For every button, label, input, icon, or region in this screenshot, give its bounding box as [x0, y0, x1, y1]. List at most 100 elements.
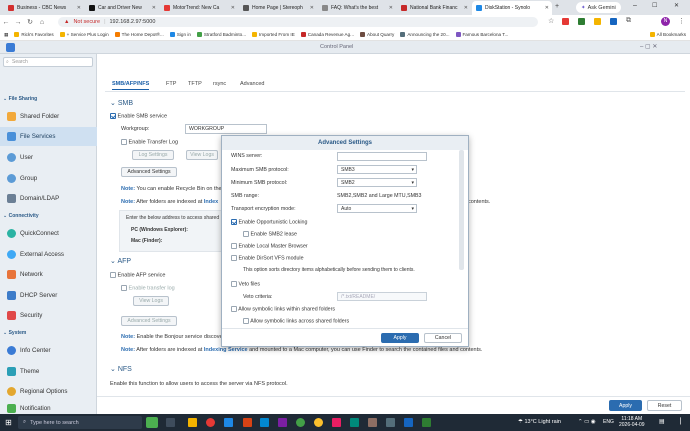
bookmark-item[interactable]: About Quarry [360, 32, 394, 37]
new-tab-icon[interactable]: + [555, 3, 559, 10]
reload-icon[interactable]: ↻ [24, 18, 36, 26]
tab-smb-afp-nfs[interactable]: SMB/AFP/NFS [112, 81, 150, 90]
tab-motortrend[interactable]: MotorTrend: New Ca ✕ [160, 1, 238, 15]
apps-icon[interactable]: ▦ [4, 32, 8, 38]
tab-stereophile[interactable]: Home Page | Stereoph ✕ [239, 1, 317, 15]
app-icon[interactable] [278, 418, 287, 427]
clock[interactable]: 11:18 AM 2026-04-09 [619, 416, 645, 428]
dirsort-checkbox[interactable]: Enable DirSort VFS module [231, 255, 304, 261]
weather-widget-icon[interactable] [146, 417, 158, 428]
mail-icon[interactable] [260, 418, 269, 427]
sidebar-item-info-center[interactable]: Info Center [0, 341, 97, 360]
checkbox[interactable] [243, 231, 249, 237]
app-icon[interactable] [404, 418, 413, 427]
local-master-browser-checkbox[interactable]: Enable Local Master Browser [231, 243, 308, 249]
app-icon[interactable] [332, 418, 341, 427]
window-controls-icon[interactable]: – ▢ ✕ [640, 43, 657, 50]
extension-icon[interactable] [594, 18, 601, 25]
system-tray-icons[interactable]: ⌃ ▭ ◉ [578, 419, 596, 425]
checkbox[interactable] [110, 113, 116, 119]
menu-icon[interactable]: ⋮ [678, 17, 685, 25]
profile-avatar[interactable]: N [661, 17, 670, 26]
close-icon[interactable]: ✕ [310, 5, 314, 11]
tab-advanced[interactable]: Advanced [240, 81, 264, 87]
bookmark-item[interactable]: Famous Barcelona T... [455, 32, 508, 37]
reset-button[interactable]: Reset [647, 400, 682, 411]
veto-criteria-input[interactable]: /*.txt/README/ [337, 292, 427, 301]
app-icon[interactable] [386, 418, 395, 427]
wins-server-input[interactable] [337, 152, 427, 161]
veto-files-checkbox[interactable]: Veto files [231, 281, 260, 287]
app-icon[interactable] [422, 418, 431, 427]
bookmark-item[interactable]: Stratford Badminto... [196, 32, 246, 37]
dialog-scrollbar[interactable] [459, 150, 464, 270]
symlinks-checkbox[interactable]: Allow symbolic links within shared folde… [231, 306, 335, 312]
dialog-cancel-button[interactable]: Cancel [424, 333, 462, 343]
checkbox[interactable] [231, 281, 237, 287]
sidebar-item-file-services[interactable]: File Services [0, 127, 97, 146]
view-logs-button[interactable]: View Logs [186, 150, 218, 160]
sidebar-item-security[interactable]: Security [0, 306, 97, 325]
sidebar-item-dhcp-server[interactable]: DHCP Server [0, 286, 97, 305]
maximize-icon[interactable]: ☐ [652, 2, 657, 9]
star-icon[interactable]: ☆ [548, 17, 554, 25]
checkbox[interactable] [243, 318, 249, 324]
sidebar-item-domain-ldap[interactable]: Domain/LDAP [0, 189, 97, 208]
indexing-service-link[interactable]: Index [204, 199, 218, 205]
bookmark-item[interactable]: + Service Plus Login [59, 32, 109, 37]
close-icon[interactable]: ✕ [389, 5, 393, 11]
sidebar-item-user[interactable]: User [0, 148, 97, 167]
puzzle-icon[interactable]: ⧉ [626, 17, 631, 25]
sidebar-item-shared-folder[interactable]: Shared Folder [0, 107, 97, 126]
chrome-icon[interactable] [206, 418, 215, 427]
close-window-icon[interactable]: ✕ [674, 2, 679, 9]
sidebar-item-quickconnect[interactable]: QuickConnect [0, 224, 97, 243]
apply-button[interactable]: Apply [609, 400, 642, 411]
close-icon[interactable]: ✕ [464, 5, 468, 11]
bookmark-item[interactable]: Sign in [169, 32, 191, 37]
sidebar-item-network[interactable]: Network [0, 265, 97, 284]
close-icon[interactable]: ✕ [545, 5, 549, 11]
bookmark-item[interactable]: Imported From IE [252, 32, 295, 37]
weather-status[interactable]: ☂ 13°C Light rain [518, 419, 561, 425]
tab-rsync[interactable]: rsync [213, 81, 226, 87]
sidebar-item-regional-options[interactable]: Regional Options [0, 382, 97, 401]
windows-start-icon[interactable]: ⊞ [5, 418, 12, 427]
opportunistic-locking-checkbox[interactable]: Enable Opportunistic Locking [231, 219, 307, 225]
language-indicator[interactable]: ENG [603, 419, 614, 425]
app-icon[interactable] [368, 418, 377, 427]
checkbox[interactable] [121, 285, 127, 291]
task-view-icon[interactable] [166, 418, 175, 427]
app-icon[interactable] [296, 418, 305, 427]
home-icon[interactable]: ⌂ [36, 19, 48, 26]
sidebar-item-notification[interactable]: Notification [0, 403, 97, 414]
enable-transfer-log-checkbox[interactable]: Enable Transfer Log [121, 139, 178, 145]
close-icon[interactable]: ✕ [77, 5, 81, 11]
checkbox[interactable] [231, 255, 237, 261]
bookmark-item[interactable]: Rick's Favorites [14, 32, 54, 37]
afp-advanced-settings-button[interactable]: Advanced Settings [121, 316, 177, 326]
tab-faq[interactable]: FAQ: What's the best ✕ [318, 1, 396, 15]
bookmark-item[interactable]: Canada Revenue Ag... [300, 32, 354, 37]
smb2-lease-checkbox[interactable]: Enable SMB2 lease [243, 231, 297, 237]
bookmark-item[interactable]: Announcing the 20... [400, 32, 450, 37]
extension-icon[interactable] [562, 18, 569, 25]
workgroup-input[interactable]: WORKGROUP [185, 124, 267, 134]
extension-icon[interactable] [610, 18, 617, 25]
office-icon[interactable] [243, 418, 252, 427]
forward-icon[interactable]: → [12, 19, 24, 26]
file-explorer-icon[interactable] [188, 418, 197, 427]
close-icon[interactable]: ✕ [152, 5, 156, 11]
all-bookmarks[interactable]: All Bookmarks [649, 32, 686, 37]
sidebar-item-group[interactable]: Group [0, 169, 97, 188]
indexing-service-link[interactable]: Indexing Service [204, 347, 248, 353]
app-icon[interactable] [350, 418, 359, 427]
checkbox[interactable] [231, 243, 237, 249]
back-icon[interactable]: ← [0, 19, 12, 26]
tab-national-bank[interactable]: National Bank Financ ✕ [397, 1, 471, 15]
show-desktop-icon[interactable]: ▕ [676, 418, 681, 425]
collapse-icon[interactable]: ⌄ [110, 258, 116, 265]
ask-gemini-button[interactable]: ✦ Ask Gemini [576, 2, 621, 13]
symlinks-across-checkbox[interactable]: Allow symbolic links across shared folde… [243, 318, 349, 324]
checkbox[interactable] [231, 219, 237, 225]
